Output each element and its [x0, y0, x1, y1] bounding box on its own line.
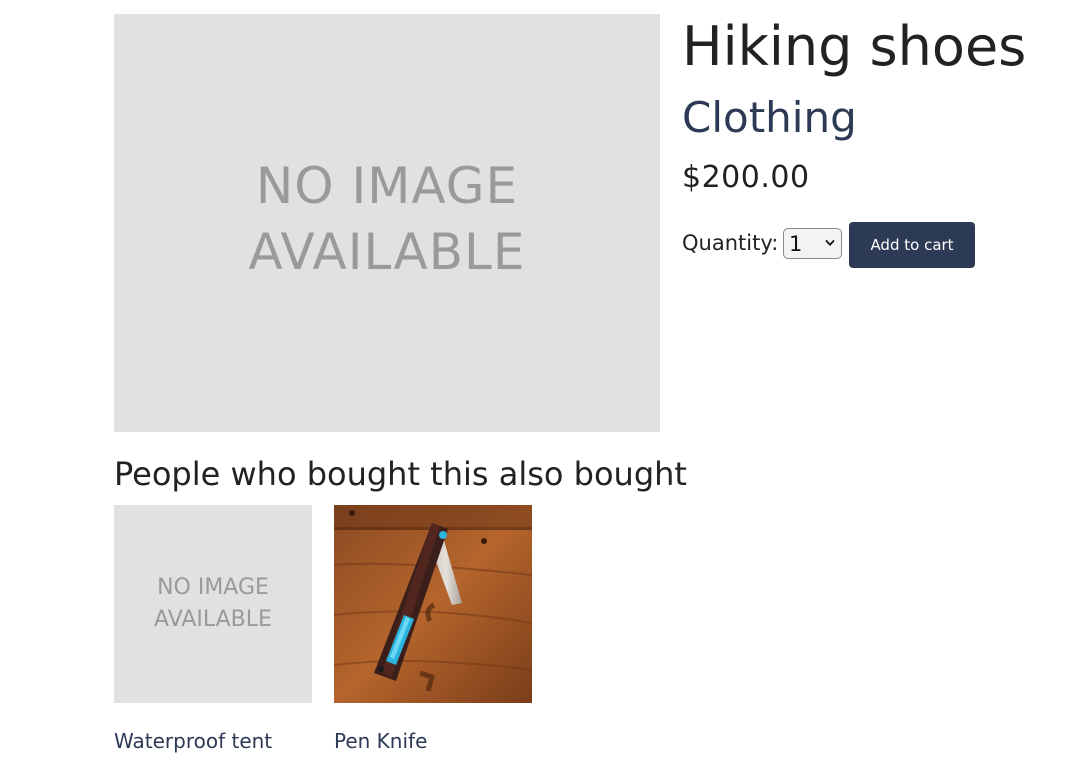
recommendation-card[interactable]: Pen Knife: [334, 505, 532, 753]
product-page: NO IMAGE AVAILABLE Hiking shoes Clothing…: [0, 0, 1071, 778]
pen-knife-photo: [334, 505, 532, 703]
recommendation-image[interactable]: [334, 505, 532, 703]
product-price: $200.00: [682, 160, 810, 195]
product-title: Hiking shoes: [682, 15, 1027, 78]
recommendation-card[interactable]: NO IMAGE AVAILABLE Waterproof tent: [114, 505, 312, 753]
recommendation-name-link[interactable]: Pen Knife: [334, 727, 427, 755]
placeholder-line-2: AVAILABLE: [248, 223, 526, 281]
recommendations-heading: People who bought this also bought: [114, 455, 687, 493]
quantity-label: Quantity:: [682, 231, 779, 255]
quantity-value: 1: [789, 232, 803, 256]
category-link[interactable]: Clothing: [682, 90, 857, 146]
quantity-select[interactable]: 1: [783, 228, 842, 259]
recommendation-image[interactable]: NO IMAGE AVAILABLE: [114, 505, 312, 703]
placeholder-line-2: AVAILABLE: [154, 607, 272, 632]
add-to-cart-button[interactable]: Add to cart: [849, 222, 975, 268]
chevron-down-icon: [825, 240, 835, 246]
product-main-image[interactable]: NO IMAGE AVAILABLE: [114, 14, 660, 432]
placeholder-line-1: NO IMAGE: [157, 575, 269, 600]
no-image-placeholder: NO IMAGE AVAILABLE: [154, 572, 272, 636]
recommendation-name-link[interactable]: Waterproof tent: [114, 727, 272, 755]
placeholder-line-1: NO IMAGE: [255, 157, 519, 215]
no-image-placeholder: NO IMAGE AVAILABLE: [249, 153, 526, 285]
